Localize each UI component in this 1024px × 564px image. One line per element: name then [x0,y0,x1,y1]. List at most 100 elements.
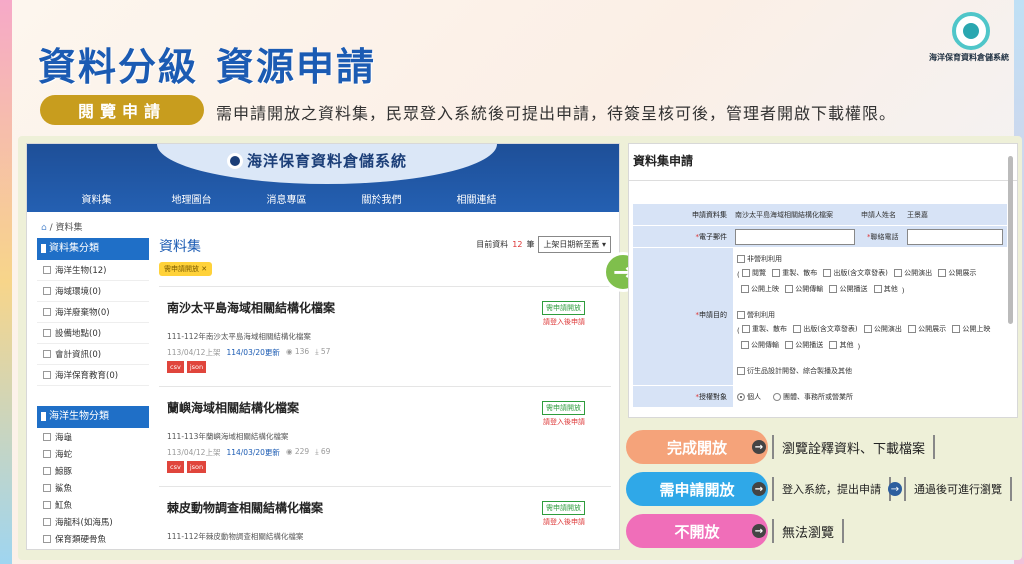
dataset-record: 棘皮動物調查相關結構化檔案 需申請開放 請登入後申請 111-112年棘皮動物調… [159,486,611,549]
checkbox-icon [43,534,51,543]
bio-item[interactable]: 魟魚 [37,496,149,513]
legend-apply-desc2: 通過後可進行瀏覽 [904,477,1012,501]
form-row-dataset: 申請資料集 南沙太平島海域相關結構化檔案 申請人姓名 王景嘉 [633,204,1007,226]
nav-item-news[interactable]: 消息專區 [239,191,334,206]
form-scrollbar[interactable] [1008,156,1013,324]
checkbox-icon [43,466,51,475]
radio-individual[interactable]: 個人 [737,392,761,402]
checkbox-icon [43,350,51,358]
application-form-screenshot: 資料集申請 申請資料集 南沙太平島海域相關結構化檔案 申請人姓名 王景嘉 *電子… [628,143,1018,418]
format-csv[interactable]: csv [167,461,184,473]
format-list: csv json [167,361,207,373]
bio-item[interactable]: 海龍科(如海馬) [37,513,149,530]
checkbox-icon [43,287,51,295]
checkbox-icon [43,266,51,274]
site-header: 海洋保育資料倉儲系統 資料集 地理圖台 消息專區 關於我們 相關連結 [27,144,619,212]
form-row-purpose: *申請目的 非營利利用 ( 閱覽 重製、散布 出版(含文章發表) 公開演出 公開… [633,248,1007,386]
checkbox-icon [43,449,51,458]
nav-item-links[interactable]: 相關連結 [429,191,524,206]
arrow-right-icon: → [752,524,766,538]
form-row-contact: *電子郵件 *聯絡電話 [633,226,1007,248]
arrow-right-icon: → [888,482,902,496]
bio-item[interactable]: 鯨豚 [37,462,149,479]
legend-open: 完成開放 → [626,430,768,464]
checkbox-icon [43,329,51,337]
checkbox-icon [43,517,51,526]
logo-text: 海洋保育資料倉儲系統 [929,53,1009,62]
checkbox-icon [43,308,51,316]
bio-item[interactable]: 保育類硬骨魚 [37,530,149,547]
category-item[interactable]: 會計資訊(0) [37,344,149,365]
dataset-list: 資料集 目前資料 12 筆 上架日期新至舊 ▾ 需申請開放 ✕ 南沙太平島海域相… [159,236,611,541]
category-heading: 資料集分類 [37,238,149,260]
category-item[interactable]: 設備地點(0) [37,323,149,344]
arrow-right-icon: → [752,440,766,454]
legend-closed-desc: 無法瀏覽 [772,519,845,543]
checkbox-icon [43,500,51,509]
access-badge: 需申請開放 [542,301,585,315]
checkbox-icon [737,255,745,263]
bio-item[interactable]: 鯊魚 [37,479,149,496]
category-sidebar: 資料集分類 海洋生物(12) 海域環境(0) 海洋廢棄物(0) 設備地點(0) … [37,238,149,386]
breadcrumb: ⌂ / 資料集 [41,223,83,233]
home-icon[interactable]: ⌂ [41,223,47,233]
checkbox-icon [737,311,745,319]
record-desc: 111-112年南沙太平島海域相關結構化檔案 [167,332,311,341]
checkbox-icon [43,371,51,379]
access-badge: 需申請開放 [542,501,585,515]
site-brand[interactable]: 海洋保育資料倉儲系統 [227,150,407,171]
record-desc: 111-113年蘭嶼海域相關結構化檔案 [167,432,289,441]
format-json[interactable]: json [186,361,207,373]
bio-item[interactable]: 海龜 [37,428,149,445]
legend-open-desc: 瀏覽詮釋資料、下載檔案 [772,435,936,459]
decorative-left-strip [0,0,12,564]
record-meta: 113/04/12上架 114/03/20更新 ◉ 229 ⤓ 69 [167,447,331,457]
legend-closed: 不開放 → [626,514,768,548]
checkbox-icon [43,432,51,441]
sort-select[interactable]: 上架日期新至舊 ▾ [538,236,611,253]
dataset-site-screenshot: 海洋保育資料倉儲系統 資料集 地理圖台 消息專區 關於我們 相關連結 ⌂ / 資… [26,143,620,550]
format-json[interactable]: json [186,461,207,473]
dataset-value: 南沙太平島海域相關結構化檔案 [735,211,833,219]
nav-item-map[interactable]: 地理圖台 [144,191,239,206]
dataset-record: 南沙太平島海域相關結構化檔案 需申請開放 請登入後申請 111-112年南沙太平… [159,286,611,386]
checkbox-icon [737,367,745,375]
section-pill: 閱覽申請 [40,95,204,125]
radio-organization[interactable]: 團體、事務所或營業所 [773,392,853,402]
record-meta: 113/04/12上架 114/03/20更新 ◉ 136 ⤓ 57 [167,347,331,357]
form-title: 資料集申請 [633,154,694,168]
bio-sidebar: 海洋生物分類 海龜 海蛇 鯨豚 鯊魚 魟魚 海龍科(如海馬) 保育類硬骨魚 [37,406,149,547]
format-list: csv json [167,461,207,473]
login-link[interactable]: 請登入後申請 [543,517,585,527]
category-item[interactable]: 海洋保育教育(0) [37,365,149,386]
system-logo: 海洋保育資料倉儲系統 [928,8,1010,72]
category-item[interactable]: 海洋廢棄物(0) [37,302,149,323]
record-title[interactable]: 蘭嶼海域相關結構化檔案 [167,399,299,416]
form-row-target: *授權對象 個人 團體、事務所或營業所 [633,386,1007,408]
nav-item-about[interactable]: 關於我們 [334,191,429,206]
checkbox-icon [43,483,51,492]
filter-tag[interactable]: 需申請開放 ✕ [159,262,213,276]
site-nav: 資料集 地理圖台 消息專區 關於我們 相關連結 [27,191,619,206]
category-item[interactable]: 海域環境(0) [37,281,149,302]
page-title: 資料分級 資源申請 [38,45,377,89]
legend-apply-desc: 登入系統，提出申請 [772,477,891,501]
login-link[interactable]: 請登入後申請 [543,317,585,327]
arrow-right-icon: → [752,482,766,496]
format-csv[interactable]: csv [167,361,184,373]
applicant-value: 王景嘉 [907,211,928,219]
bio-heading: 海洋生物分類 [37,406,149,428]
category-item[interactable]: 海洋生物(12) [37,260,149,281]
record-title[interactable]: 南沙太平島海域相關結構化檔案 [167,299,335,316]
record-title[interactable]: 棘皮動物調查相關結構化檔案 [167,499,323,516]
record-desc: 111-112年棘皮動物調查相關結構化檔案 [167,532,304,541]
logo-icon [952,12,990,50]
phone-field[interactable] [907,229,1003,245]
email-field[interactable] [735,229,855,245]
login-link[interactable]: 請登入後申請 [543,417,585,427]
bio-item[interactable]: 海蛇 [37,445,149,462]
dataset-record: 蘭嶼海域相關結構化檔案 需申請開放 請登入後申請 111-113年蘭嶼海域相關結… [159,386,611,486]
brand-logo-icon [227,152,243,169]
nav-item-datasets[interactable]: 資料集 [49,191,144,206]
result-count: 12 [512,240,523,249]
